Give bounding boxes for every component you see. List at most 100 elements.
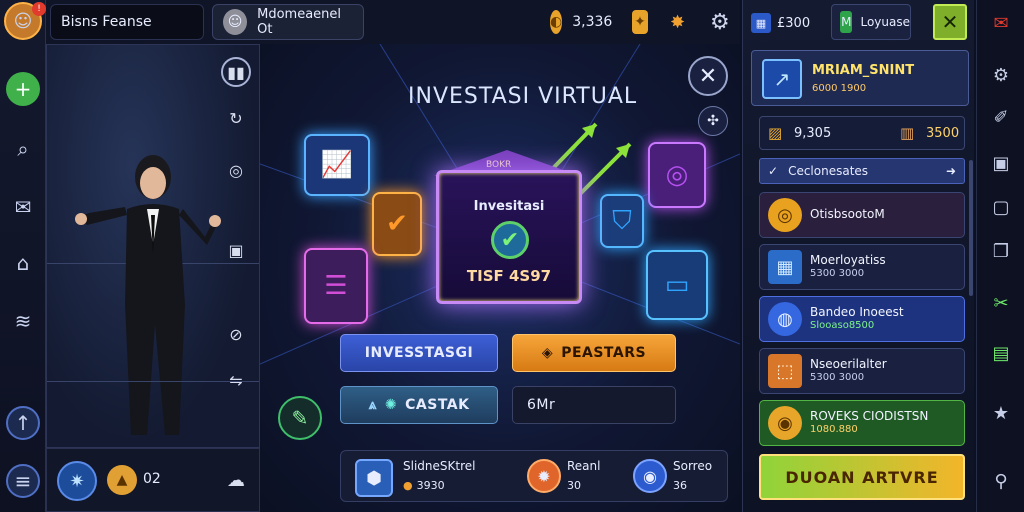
frame-icon[interactable]: ▢ (986, 192, 1016, 222)
cash-button[interactable]: ⩓ ✺ CASTAK (340, 386, 498, 424)
star-icon[interactable]: ★ (986, 398, 1016, 428)
coin-stack-icon: ▨ (768, 124, 783, 142)
activate-button-label: DUOAN ARTVRE (785, 467, 939, 487)
amount-field[interactable]: 6Mr (512, 386, 676, 424)
chart-card-icon[interactable]: 📈 (304, 134, 370, 196)
gear-small-icon: ✺ (384, 397, 398, 413)
pause-icon[interactable]: ▮▮ (221, 57, 251, 87)
notification-badge: ! (32, 2, 46, 16)
chat-icon[interactable]: ✉ (6, 190, 40, 224)
document-card-icon[interactable]: ☰ (304, 248, 368, 324)
settings-gear-icon[interactable]: ⚙ (986, 60, 1016, 90)
star-badge-icon[interactable]: ✷ (57, 461, 97, 501)
resource-bar: ⬢ SlidneSKtrel ● 3930 ✹ Reanl 30 ◉ Sorre… (340, 450, 728, 502)
resource3-value: 36 (673, 479, 687, 492)
flame-icon[interactable]: ✹ (527, 459, 561, 493)
mail-icon[interactable]: ✉ (986, 8, 1016, 38)
book-icon[interactable]: ❐ (986, 236, 1016, 266)
coin-value: 3,336 (572, 14, 613, 30)
rewards-button[interactable]: ◈ PEASTARS (512, 334, 676, 372)
quest-item[interactable]: ◍ Bandeo Inoeest Slooaso8500 (759, 296, 965, 342)
card-title: Invesitasi (473, 199, 545, 214)
opponent-avatar-icon: ☺ (223, 9, 248, 35)
quest-coin-icon: ◎ (768, 198, 802, 232)
close-icon: ✕ (698, 63, 718, 89)
quest-item[interactable]: ▦ Moerloyatiss 5300 3000 (759, 244, 965, 290)
checkmark-icon: ✔ (491, 221, 529, 259)
tools-icon[interactable]: ✂ (986, 288, 1016, 318)
check-card-icon[interactable]: ✔ (372, 192, 422, 256)
currency-value: £300 (777, 15, 811, 31)
amount-value: 6Mr (527, 397, 556, 413)
pen-icon: ✎ (291, 406, 309, 430)
quest-item[interactable]: ◎ OtisbsootoM (759, 192, 965, 238)
brush-icon[interactable]: ✐ (986, 102, 1016, 132)
quest-sub: 5300 3000 (810, 268, 865, 280)
quest-item[interactable]: ⬚ Nseoerilalter 5300 3000 (759, 348, 965, 394)
cloud-icon[interactable]: ☁ (221, 465, 251, 495)
location-pin-icon[interactable]: ⚲ (986, 466, 1016, 496)
add-icon[interactable]: + (6, 72, 40, 106)
currency-chip[interactable]: ▦ £300 (751, 8, 825, 38)
upload-icon[interactable]: ↑ (6, 406, 40, 440)
gem-icon[interactable]: ⬢ (355, 459, 393, 497)
share-button[interactable]: ✣ (698, 106, 728, 136)
scrollbar[interactable] (969, 160, 973, 296)
resource2-value: 30 (567, 479, 581, 492)
bottom-left-bar: ✷ ▲ 02 ☁ (46, 448, 260, 512)
loyalty-chip[interactable]: M Loyuase (831, 4, 911, 40)
investment-card[interactable]: Invesitasi ✔ TISF 4S97 (436, 170, 582, 304)
quest-globe-icon: ◍ (768, 302, 802, 336)
quest-title: Nseoerilalter (810, 357, 887, 372)
window-icon[interactable]: ▣ (986, 148, 1016, 178)
orb-icon[interactable]: ◉ (633, 459, 667, 493)
activate-button[interactable]: DUOAN ARTVRE (759, 454, 965, 500)
quest-sub: 5300 3000 (810, 372, 865, 384)
section-header[interactable]: ✓ Ceclonesates ➜ (759, 158, 965, 184)
quest-item[interactable]: ◉ ROVEKS CIODISTSN 1080.880 (759, 400, 965, 446)
bell-icon: ✸ (670, 11, 686, 33)
wifi-icon[interactable]: ≋ (6, 304, 40, 338)
quest-sub: 1080.880 (810, 424, 858, 436)
link-icon[interactable]: ⊘ (221, 319, 251, 349)
opponent-name: Mdomeaenel Ot (257, 7, 342, 37)
avatar-icon: ☺ (13, 10, 33, 32)
shield-card-icon[interactable]: ⛉ (600, 194, 644, 248)
card-value: TISF 4S97 (466, 267, 552, 285)
shop-button[interactable]: ✦ (622, 4, 658, 40)
player-name: Bisns Feanse (61, 14, 152, 30)
target-card-icon[interactable]: ◎ (648, 142, 706, 208)
growth-chart-icon[interactable]: ▤ (986, 338, 1016, 368)
jar-icon: ▥ (900, 124, 915, 142)
close-button[interactable]: ✕ (688, 56, 728, 96)
quest-title: ROVEKS CIODISTSN (810, 409, 929, 424)
swords-icon: ✕ (941, 10, 959, 34)
player-name-chip[interactable]: Bisns Feanse (50, 4, 204, 40)
resource3-label: Sorreo (673, 459, 713, 473)
search-icon[interactable]: ⌕ (6, 132, 40, 166)
settings-button[interactable]: ⚙ (700, 4, 736, 40)
cash-button-label: CASTAK (405, 397, 470, 413)
quest-title: OtisbsootoM (810, 207, 885, 222)
check-small-icon: ✓ (768, 164, 779, 178)
invest-button[interactable]: INVESSTASGI (340, 334, 498, 372)
wallet-card-icon[interactable]: ▭ (646, 250, 708, 320)
profile-header[interactable]: ↗ MRIAM_SNINT 6000 1900 (751, 50, 969, 106)
refresh-icon[interactable]: ↻ (221, 103, 251, 133)
screen-icon[interactable]: ▣ (221, 235, 251, 265)
home-icon[interactable]: ⌂ (6, 246, 40, 280)
camera-icon[interactable]: ◎ (221, 155, 251, 185)
swords-button[interactable]: ✕ (933, 4, 967, 40)
coin-icon: ◐ (550, 10, 563, 34)
ticket-icon[interactable]: ⇋ (221, 365, 251, 395)
investment-stage: INVESTASI VIRTUAL ✕ ✣ 📈 ✔ ☰ ◎ ⛉ ▭ BOKR I… (260, 44, 740, 512)
edit-button[interactable]: ✎ (278, 396, 322, 440)
opponent-chip[interactable]: ☺ Mdomeaenel Ot (212, 4, 364, 40)
quest-box-icon: ⬚ (768, 354, 802, 388)
quest-title: Bandeo Inoeest (810, 305, 904, 320)
coin-counter[interactable]: ◐ 3,336 (540, 4, 620, 40)
menu-icon[interactable]: ≡ (6, 464, 40, 498)
trophy-icon[interactable]: ▲ (107, 465, 137, 495)
left-nav-rail: ☺ ! + ⌕ ✉ ⌂ ≋ ↑ ≡ (0, 0, 46, 512)
alerts-button[interactable]: ✸ (660, 4, 694, 40)
